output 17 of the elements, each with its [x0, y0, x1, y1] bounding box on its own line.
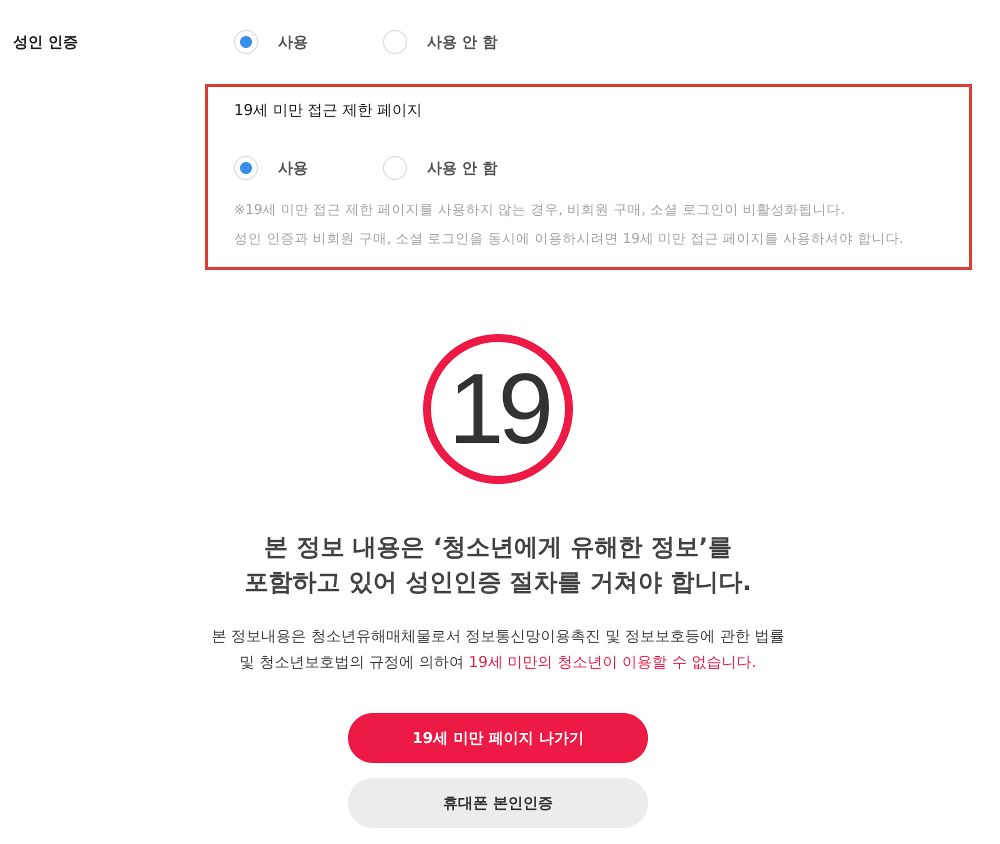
radio-label[interactable]: 사용 안 함: [427, 158, 498, 178]
radio-button[interactable]: [234, 30, 258, 54]
radio-button[interactable]: [383, 156, 407, 180]
notice-heading: 본 정보 내용은 ‘청소년에게 유해한 정보’를 포함하고 있어 성인인증 절차를 거쳐야 합니다.: [244, 532, 752, 598]
radio-label[interactable]: 사용: [278, 32, 308, 52]
radio-label[interactable]: 사용: [278, 158, 308, 178]
exit-button[interactable]: 19세 미만 페이지 나가기: [348, 713, 648, 763]
notice-text: 본 정보내용은 청소년유해매체물로서 정보통신망이용촉진 및 정보보호등에 관한 법률 및 청소년보호법의 규정에 의하여 19세 미만의 청소년이 이용할 수 없습니다.: [211, 626, 785, 673]
help-text: ※19세 미만 접근 제한 페이지를 사용하지 않는 경우, 비회원 구매, 소셜 로그인이 비활성화됩니다.: [234, 201, 846, 220]
setting-label: 성인 인증: [13, 32, 80, 52]
help-text: 성인 인증과 비회원 구매, 소셜 로그인을 동시에 이용하시려면 19세 미만 접근 페이지를 사용하셔야 합니다.: [234, 230, 905, 249]
radio-label[interactable]: 사용 안 함: [427, 32, 498, 52]
radio-button[interactable]: [383, 30, 407, 54]
section-title: 19세 미만 접근 제한 페이지: [234, 100, 424, 120]
age-badge: 19: [423, 334, 573, 484]
verify-button[interactable]: 휴대폰 본인인증: [348, 778, 648, 828]
radio-button[interactable]: [234, 156, 258, 180]
